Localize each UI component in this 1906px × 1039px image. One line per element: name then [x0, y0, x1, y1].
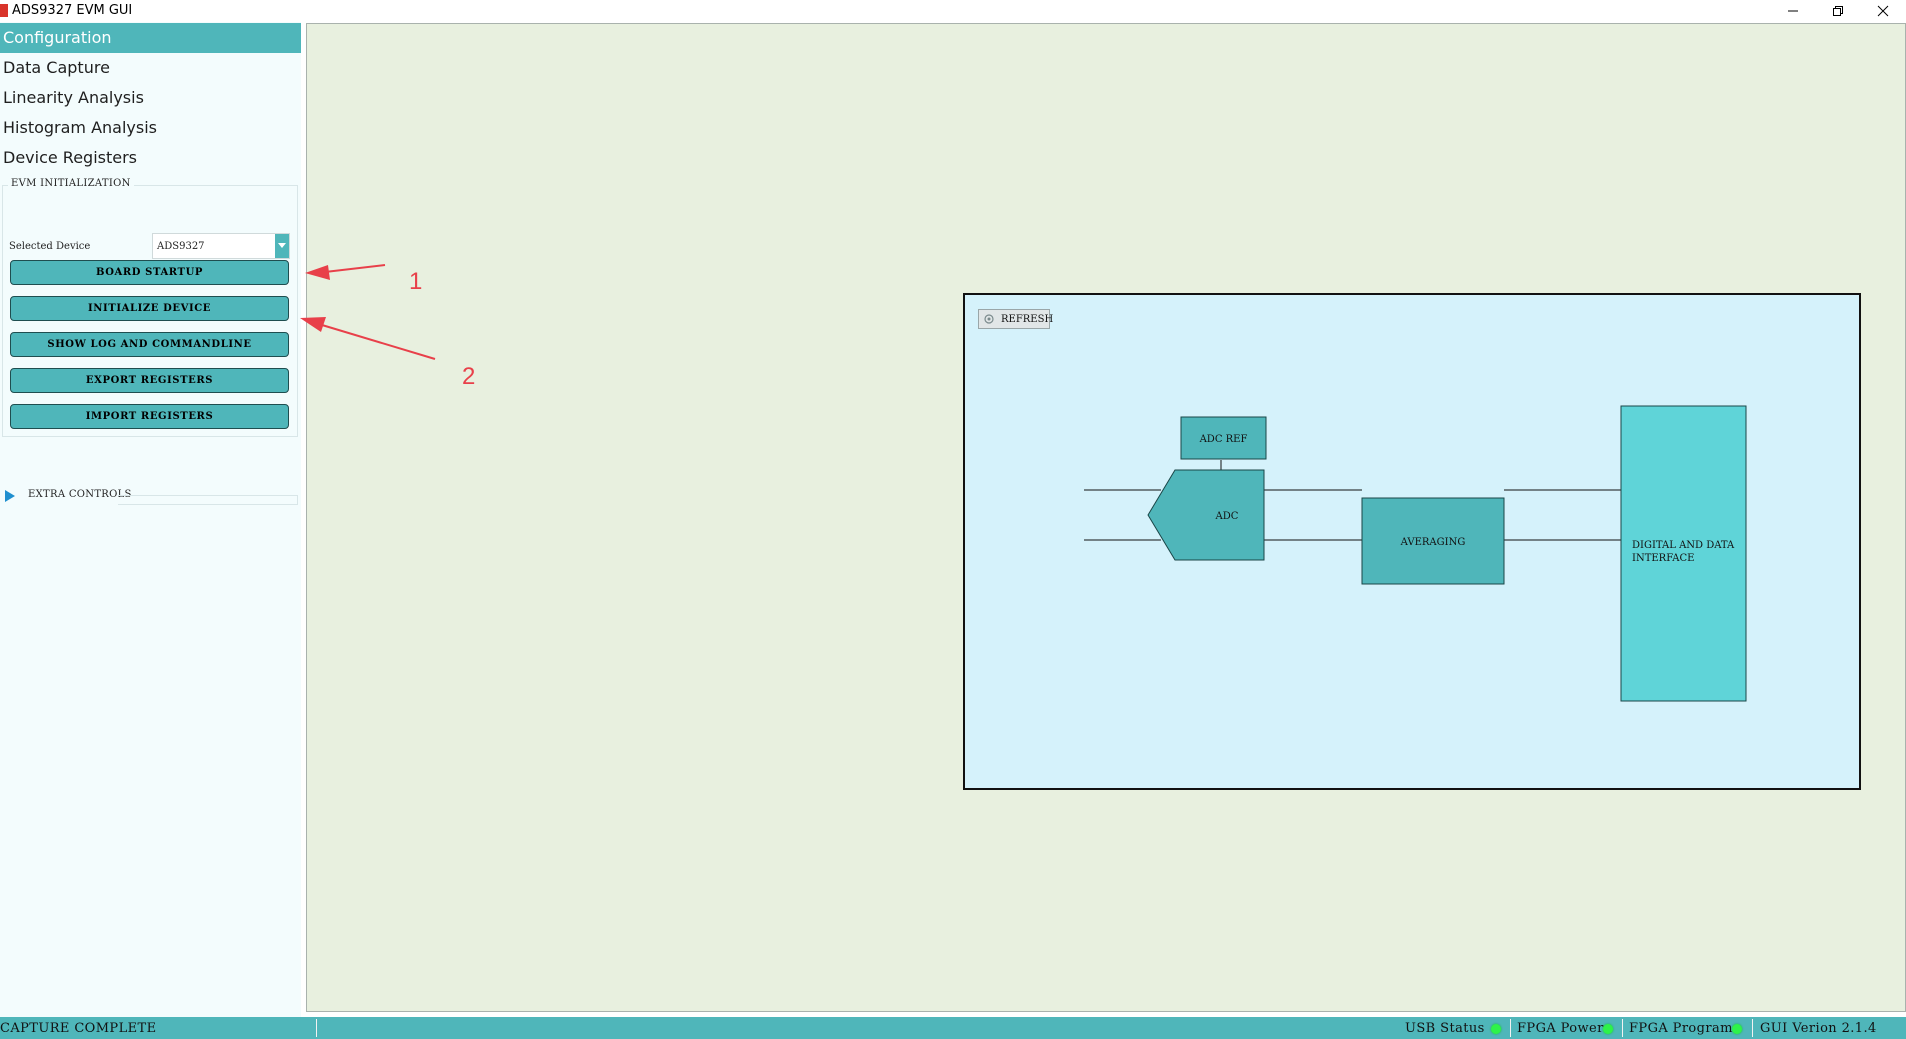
main-content-area: REFRESH ADC REF ADC AVERAGING DIGITAL AN…: [306, 23, 1906, 1012]
nav-item-data-capture[interactable]: Data Capture: [0, 53, 301, 83]
selected-device-value: ADS9327: [157, 241, 205, 252]
extra-controls-label: EXTRA CONTROLS: [28, 489, 132, 500]
block-diagram-panel: REFRESH ADC REF ADC AVERAGING DIGITAL AN…: [963, 293, 1861, 790]
annotation-number-2: 2: [462, 363, 476, 390]
restore-icon: [1833, 6, 1843, 16]
nav-item-histogram-analysis[interactable]: Histogram Analysis: [0, 113, 301, 143]
nav-item-device-registers[interactable]: Device Registers: [0, 143, 301, 173]
window-title: ADS9327 EVM GUI: [12, 3, 133, 18]
adc-label: ADC: [1215, 511, 1239, 522]
restore-button[interactable]: [1815, 0, 1861, 22]
status-divider: [1622, 1019, 1623, 1037]
usb-status-label: USB Status: [1405, 1021, 1485, 1036]
fpga-program-label: FPGA Program: [1629, 1021, 1733, 1036]
fpga-power-label: FPGA Power: [1517, 1021, 1604, 1036]
extra-controls-expander[interactable]: EXTRA CONTROLS: [0, 486, 300, 506]
selected-device-label: Selected Device: [9, 241, 91, 252]
nav-item-linearity-analysis[interactable]: Linearity Analysis: [0, 83, 301, 113]
block-diagram: ADC REF ADC AVERAGING DIGITAL AND DATA I…: [1084, 405, 1747, 702]
extra-controls-divider: [118, 495, 298, 505]
nav-item-configuration[interactable]: Configuration: [0, 23, 301, 53]
status-divider: [1752, 1019, 1753, 1037]
sidebar: Configuration Data Capture Linearity Ana…: [0, 22, 301, 1017]
import-registers-button[interactable]: IMPORT REGISTERS: [10, 404, 289, 429]
minimize-button[interactable]: [1770, 0, 1816, 22]
expand-triangle-icon[interactable]: [5, 490, 15, 502]
minimize-icon: [1788, 10, 1798, 12]
title-bar: ADS9327 EVM GUI: [0, 0, 1906, 22]
app-icon: [0, 4, 8, 17]
digital-interface-label-line2: INTERFACE: [1632, 553, 1694, 564]
initialize-device-button[interactable]: INITIALIZE DEVICE: [10, 296, 289, 321]
show-log-and-commandline-button[interactable]: SHOW LOG AND COMMANDLINE: [10, 332, 289, 357]
export-registers-button[interactable]: EXPORT REGISTERS: [10, 368, 289, 393]
usb-status-indicator: [1491, 1024, 1501, 1034]
adc-block: [1147, 469, 1265, 561]
capture-status-text: CAPTURE COMPLETE: [0, 1021, 157, 1036]
status-divider: [316, 1019, 317, 1037]
status-divider: [1510, 1019, 1511, 1037]
gui-version-label: GUI Verion 2.1.4: [1760, 1021, 1877, 1036]
adc-ref-label: ADC REF: [1199, 434, 1248, 445]
evm-initialization-legend: EVM INITIALIZATION: [8, 178, 134, 189]
averaging-label: AVERAGING: [1400, 537, 1466, 548]
status-bar: CAPTURE COMPLETE USB Status FPGA Power F…: [0, 1017, 1906, 1039]
annotation-number-1: 1: [409, 268, 423, 295]
selected-device-dropdown[interactable]: ADS9327: [152, 233, 290, 259]
board-startup-button[interactable]: BOARD STARTUP: [10, 260, 289, 285]
close-icon: [1877, 5, 1889, 17]
fpga-power-indicator: [1603, 1024, 1613, 1034]
digital-interface-label-line1: DIGITAL AND DATA: [1632, 540, 1735, 551]
chevron-down-icon[interactable]: [275, 234, 289, 258]
close-button[interactable]: [1860, 0, 1906, 22]
fpga-program-indicator: [1732, 1024, 1742, 1034]
